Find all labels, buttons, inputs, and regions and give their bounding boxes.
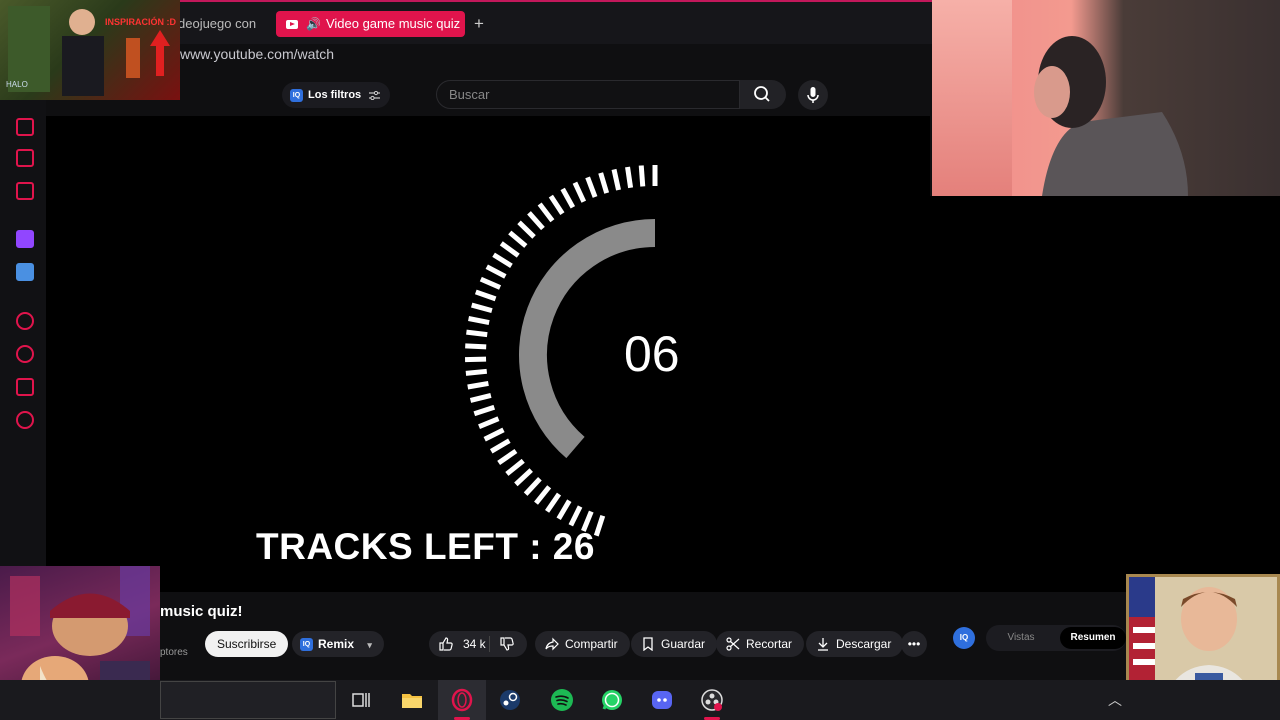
search-input[interactable]: Buscar — [436, 80, 740, 109]
search-button[interactable] — [740, 80, 786, 109]
voice-search-button[interactable] — [798, 80, 828, 110]
thumbs-down-icon[interactable] — [500, 637, 514, 651]
video-player[interactable] — [46, 116, 930, 592]
view-toggle: Vistas Resumen — [986, 625, 1126, 651]
like-button[interactable]: 34 k — [429, 631, 527, 657]
spotify-icon[interactable] — [550, 688, 574, 712]
share-icon — [545, 637, 559, 651]
download-label: Descargar — [836, 637, 892, 651]
like-count: 34 k — [463, 637, 486, 651]
file-explorer-icon[interactable] — [400, 688, 424, 712]
player-icon[interactable] — [16, 312, 34, 330]
more-actions-button[interactable]: ••• — [901, 631, 927, 657]
share-label: Compartir — [565, 637, 618, 651]
task-view-icon[interactable] — [349, 688, 373, 712]
webcam-overlay — [932, 0, 1280, 196]
iq-icon[interactable]: IQ — [953, 627, 975, 649]
iq-icon: IQ — [290, 88, 303, 102]
speaker-icon: 🔊 — [306, 17, 321, 31]
bookmark-icon — [643, 637, 653, 651]
obs-icon[interactable] — [700, 688, 724, 712]
scissors-icon — [726, 637, 740, 651]
remix-button[interactable]: IQ Remix ▾ — [292, 631, 384, 657]
mic-icon — [807, 87, 819, 103]
search-icon — [754, 86, 770, 102]
tab-label: Video game music quiz — [325, 16, 461, 31]
opera-gx-icon[interactable] — [450, 688, 474, 712]
messenger-icon[interactable] — [16, 182, 34, 200]
sliders-icon — [369, 90, 381, 100]
settings-icon[interactable] — [16, 411, 34, 429]
countdown-number: 06 — [624, 326, 680, 382]
subscribe-button[interactable]: Suscribirse — [205, 631, 289, 657]
address-bar[interactable]: www.youtube.com/watch — [180, 46, 334, 62]
steam-icon[interactable] — [498, 688, 522, 712]
streamer-figure — [1034, 36, 1188, 196]
video-player-extension — [930, 196, 1280, 592]
save-label: Guardar — [661, 637, 706, 651]
download-button[interactable]: Descargar — [806, 631, 904, 657]
windows-taskbar: ︿ — [0, 680, 1280, 720]
tab-summary[interactable]: Resumen — [1060, 627, 1126, 649]
whatsapp-icon[interactable] — [600, 688, 624, 712]
clip-label: Recortar — [746, 637, 793, 651]
chevron-up-icon[interactable]: ︿ — [1108, 690, 1122, 710]
history-icon[interactable] — [16, 345, 34, 363]
wallet-icon[interactable] — [16, 149, 34, 167]
save-button[interactable]: Guardar — [631, 631, 718, 657]
iq-icon: IQ — [300, 638, 313, 652]
subscriber-count: ptores — [160, 647, 188, 658]
thumbnail-halo-text: HALO — [6, 80, 28, 89]
remix-label: Remix — [318, 637, 355, 651]
clip-button[interactable]: Recortar — [716, 631, 805, 657]
shopping-icon[interactable] — [16, 118, 34, 136]
tab-views[interactable]: Vistas — [986, 625, 1056, 651]
video-thumbnail-overlay: INSPIRACIÓN :D HALO — [0, 0, 180, 100]
translate-icon[interactable] — [16, 263, 34, 281]
share-button[interactable]: Compartir — [535, 631, 630, 657]
screen: deojuego con 🔊 Video game music quiz + ww… — [0, 0, 1280, 720]
tab-inactive[interactable]: deojuego con — [178, 11, 270, 37]
taskbar-search-box[interactable] — [160, 681, 336, 719]
chevron-down-icon: ▾ — [367, 640, 372, 650]
download-icon — [818, 638, 828, 651]
like-divider — [489, 636, 490, 652]
background-wall — [932, 0, 1012, 196]
twitch-icon[interactable] — [16, 230, 34, 248]
tab-label: deojuego con — [178, 16, 257, 31]
extensions-icon[interactable] — [16, 378, 34, 396]
filters-button[interactable]: IQ Los filtros — [282, 82, 391, 108]
new-tab-button[interactable]: + — [470, 13, 488, 35]
tab-active[interactable]: 🔊 Video game music quiz — [276, 11, 465, 37]
video-title: music quiz! — [160, 603, 243, 620]
thumbs-up-icon — [439, 637, 453, 651]
thumbnail-label: INSPIRACIÓN :D — [105, 17, 177, 27]
tracks-left-label: TRACKS LEFT : 26 — [256, 526, 595, 567]
youtube-icon — [286, 20, 298, 30]
discord-icon[interactable] — [650, 688, 674, 712]
filters-label: Los filtros — [308, 89, 362, 101]
